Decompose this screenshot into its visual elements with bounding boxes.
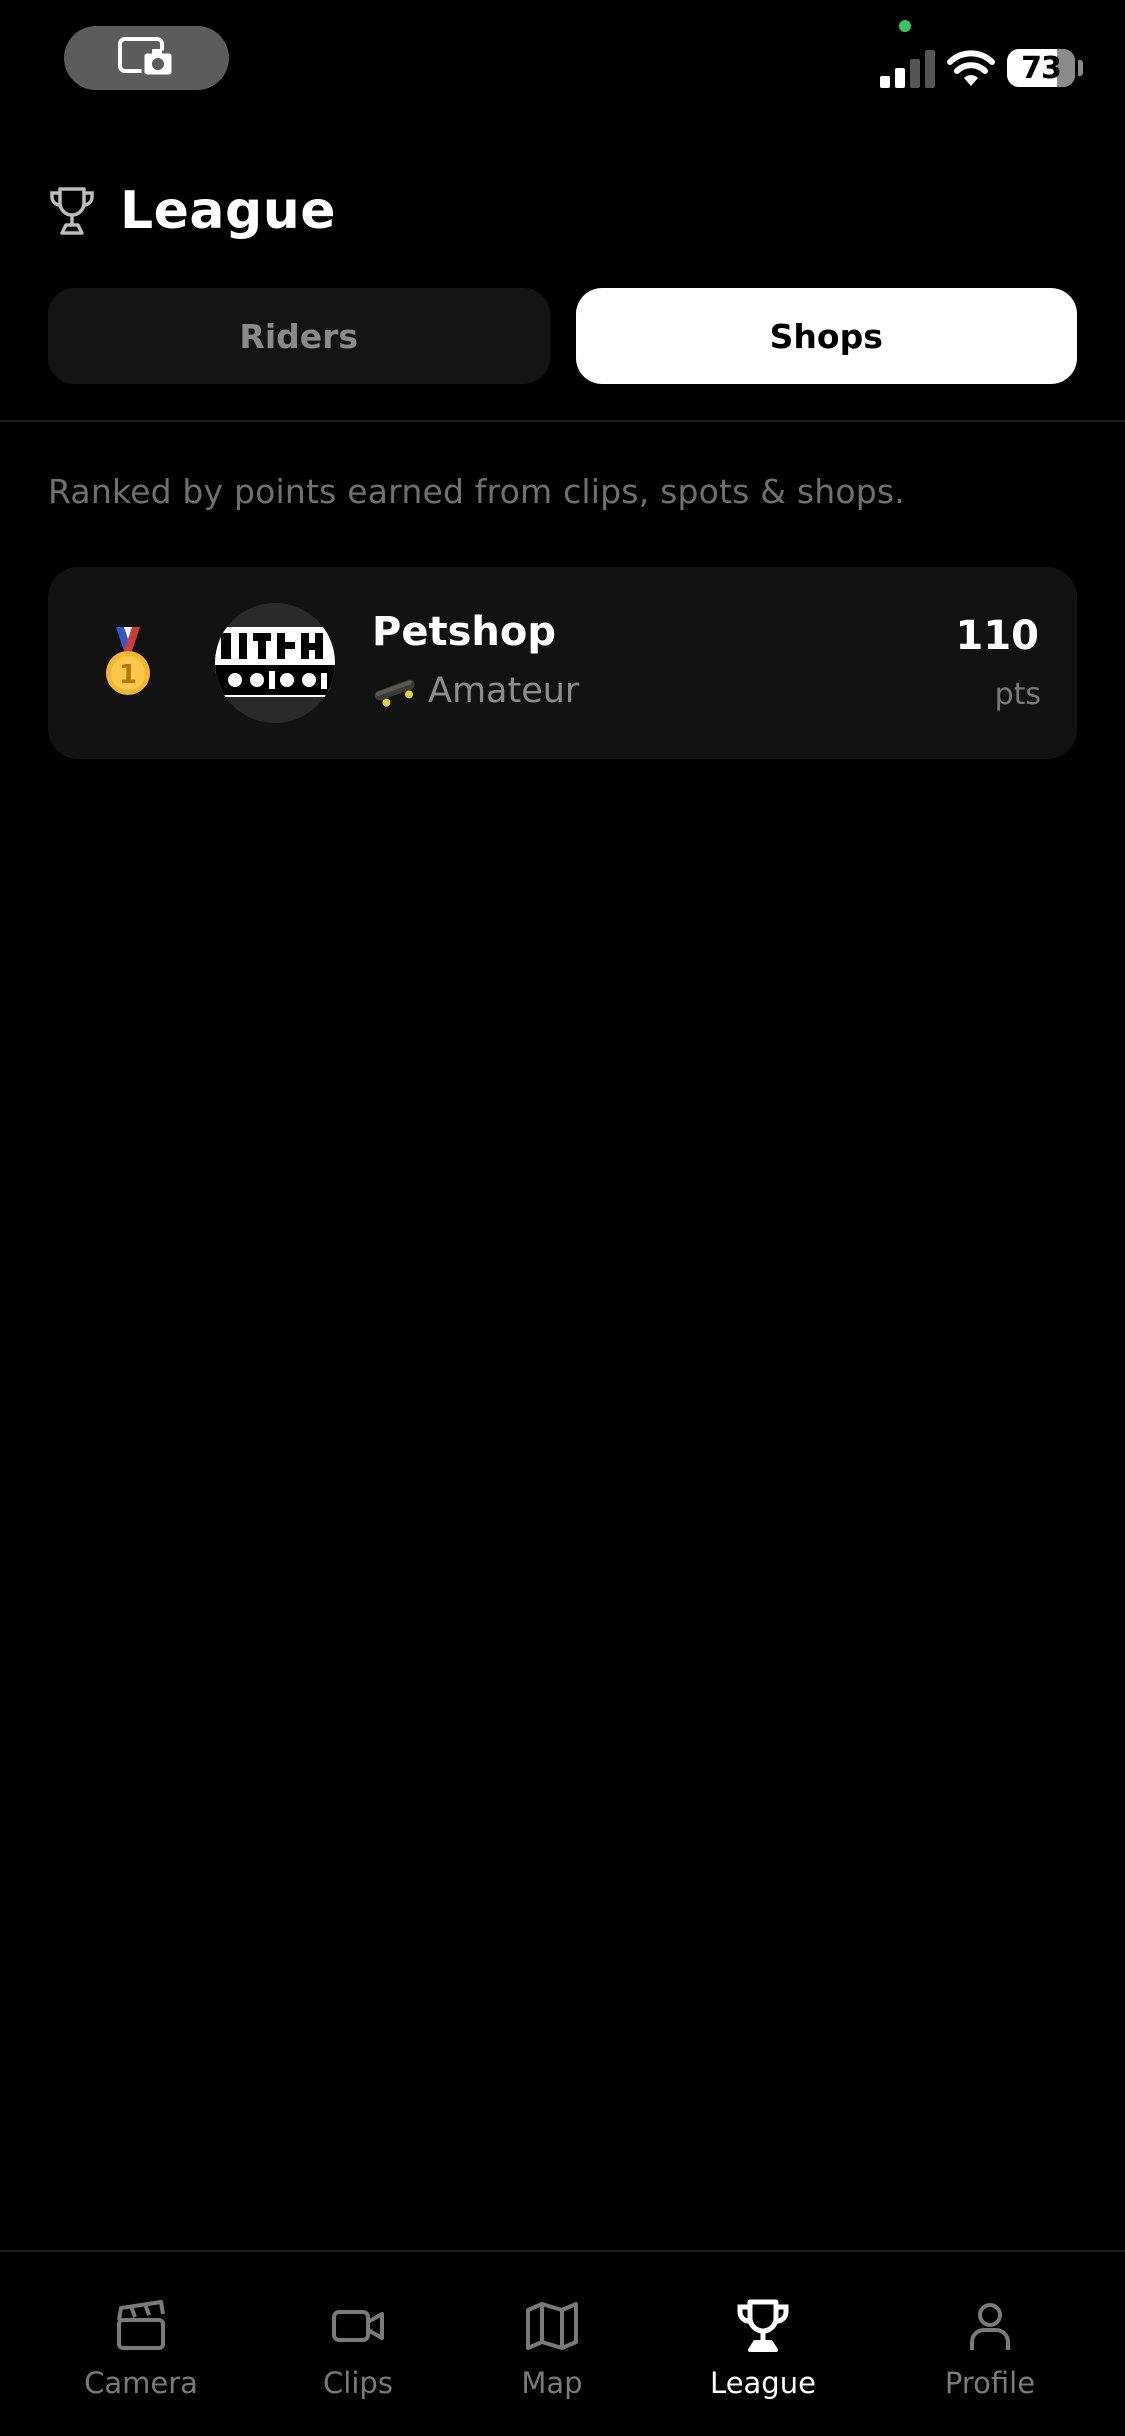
shop-avatar <box>215 603 335 723</box>
page-title: League <box>120 181 337 241</box>
cellular-signal-icon <box>880 50 935 88</box>
clapperboard-icon <box>117 2300 165 2350</box>
status-bar: 73 <box>0 0 1125 120</box>
nav-item-map[interactable]: Map <box>462 2298 642 2400</box>
nav-label-profile: Profile <box>944 2366 1036 2400</box>
battery-cap <box>1078 60 1083 76</box>
battery-level: 73 <box>1021 50 1062 86</box>
league-screen: 73 League Riders Shops Ranked by points … <box>0 0 1125 2436</box>
shop-name: Petshop <box>372 609 556 655</box>
points-unit: pts <box>994 677 1041 712</box>
map-icon <box>526 2302 578 2350</box>
video-camera-icon <box>332 2310 384 2342</box>
header-divider <box>0 420 1125 422</box>
nav-item-clips[interactable]: Clips <box>268 2298 448 2400</box>
nav-item-league[interactable]: League <box>673 2298 853 2400</box>
page-header: League <box>48 176 336 246</box>
privacy-indicator-dot <box>899 20 911 32</box>
ranking-description: Ranked by points earned from clips, spot… <box>48 472 905 511</box>
tab-shops[interactable]: Shops <box>575 288 1077 384</box>
trophy-icon <box>737 2299 789 2352</box>
battery-icon: 73 <box>1007 49 1075 87</box>
screen-record-indicator[interactable] <box>64 26 229 90</box>
svg-text:1: 1 <box>119 660 137 690</box>
nav-label-league: League <box>710 2366 816 2400</box>
bottom-tab-bar: Camera Clips Map League Profile <box>0 2250 1125 2436</box>
nav-item-profile[interactable]: Profile <box>900 2298 1080 2400</box>
tier-label: Amateur <box>428 671 580 711</box>
screen-record-icon <box>117 37 174 78</box>
league-segmented-control: Riders Shops <box>48 288 1077 384</box>
nav-label-camera: Camera <box>84 2366 198 2400</box>
nav-label-clips: Clips <box>323 2366 393 2400</box>
gold-medal-icon: 1 <box>106 627 150 695</box>
shop-logo-image <box>215 603 335 723</box>
points-value: 110 <box>955 613 1040 659</box>
nav-item-camera[interactable]: Camera <box>51 2298 231 2400</box>
tab-riders[interactable]: Riders <box>48 288 550 384</box>
shop-tier: Amateur <box>372 671 579 711</box>
wifi-icon <box>947 50 995 86</box>
leaderboard-row[interactable]: 1 Petshop Amateur 110 pts <box>48 567 1077 759</box>
skateboard-icon <box>374 679 415 707</box>
person-icon <box>970 2303 1010 2350</box>
trophy-icon <box>50 187 94 235</box>
nav-label-map: Map <box>521 2366 583 2400</box>
